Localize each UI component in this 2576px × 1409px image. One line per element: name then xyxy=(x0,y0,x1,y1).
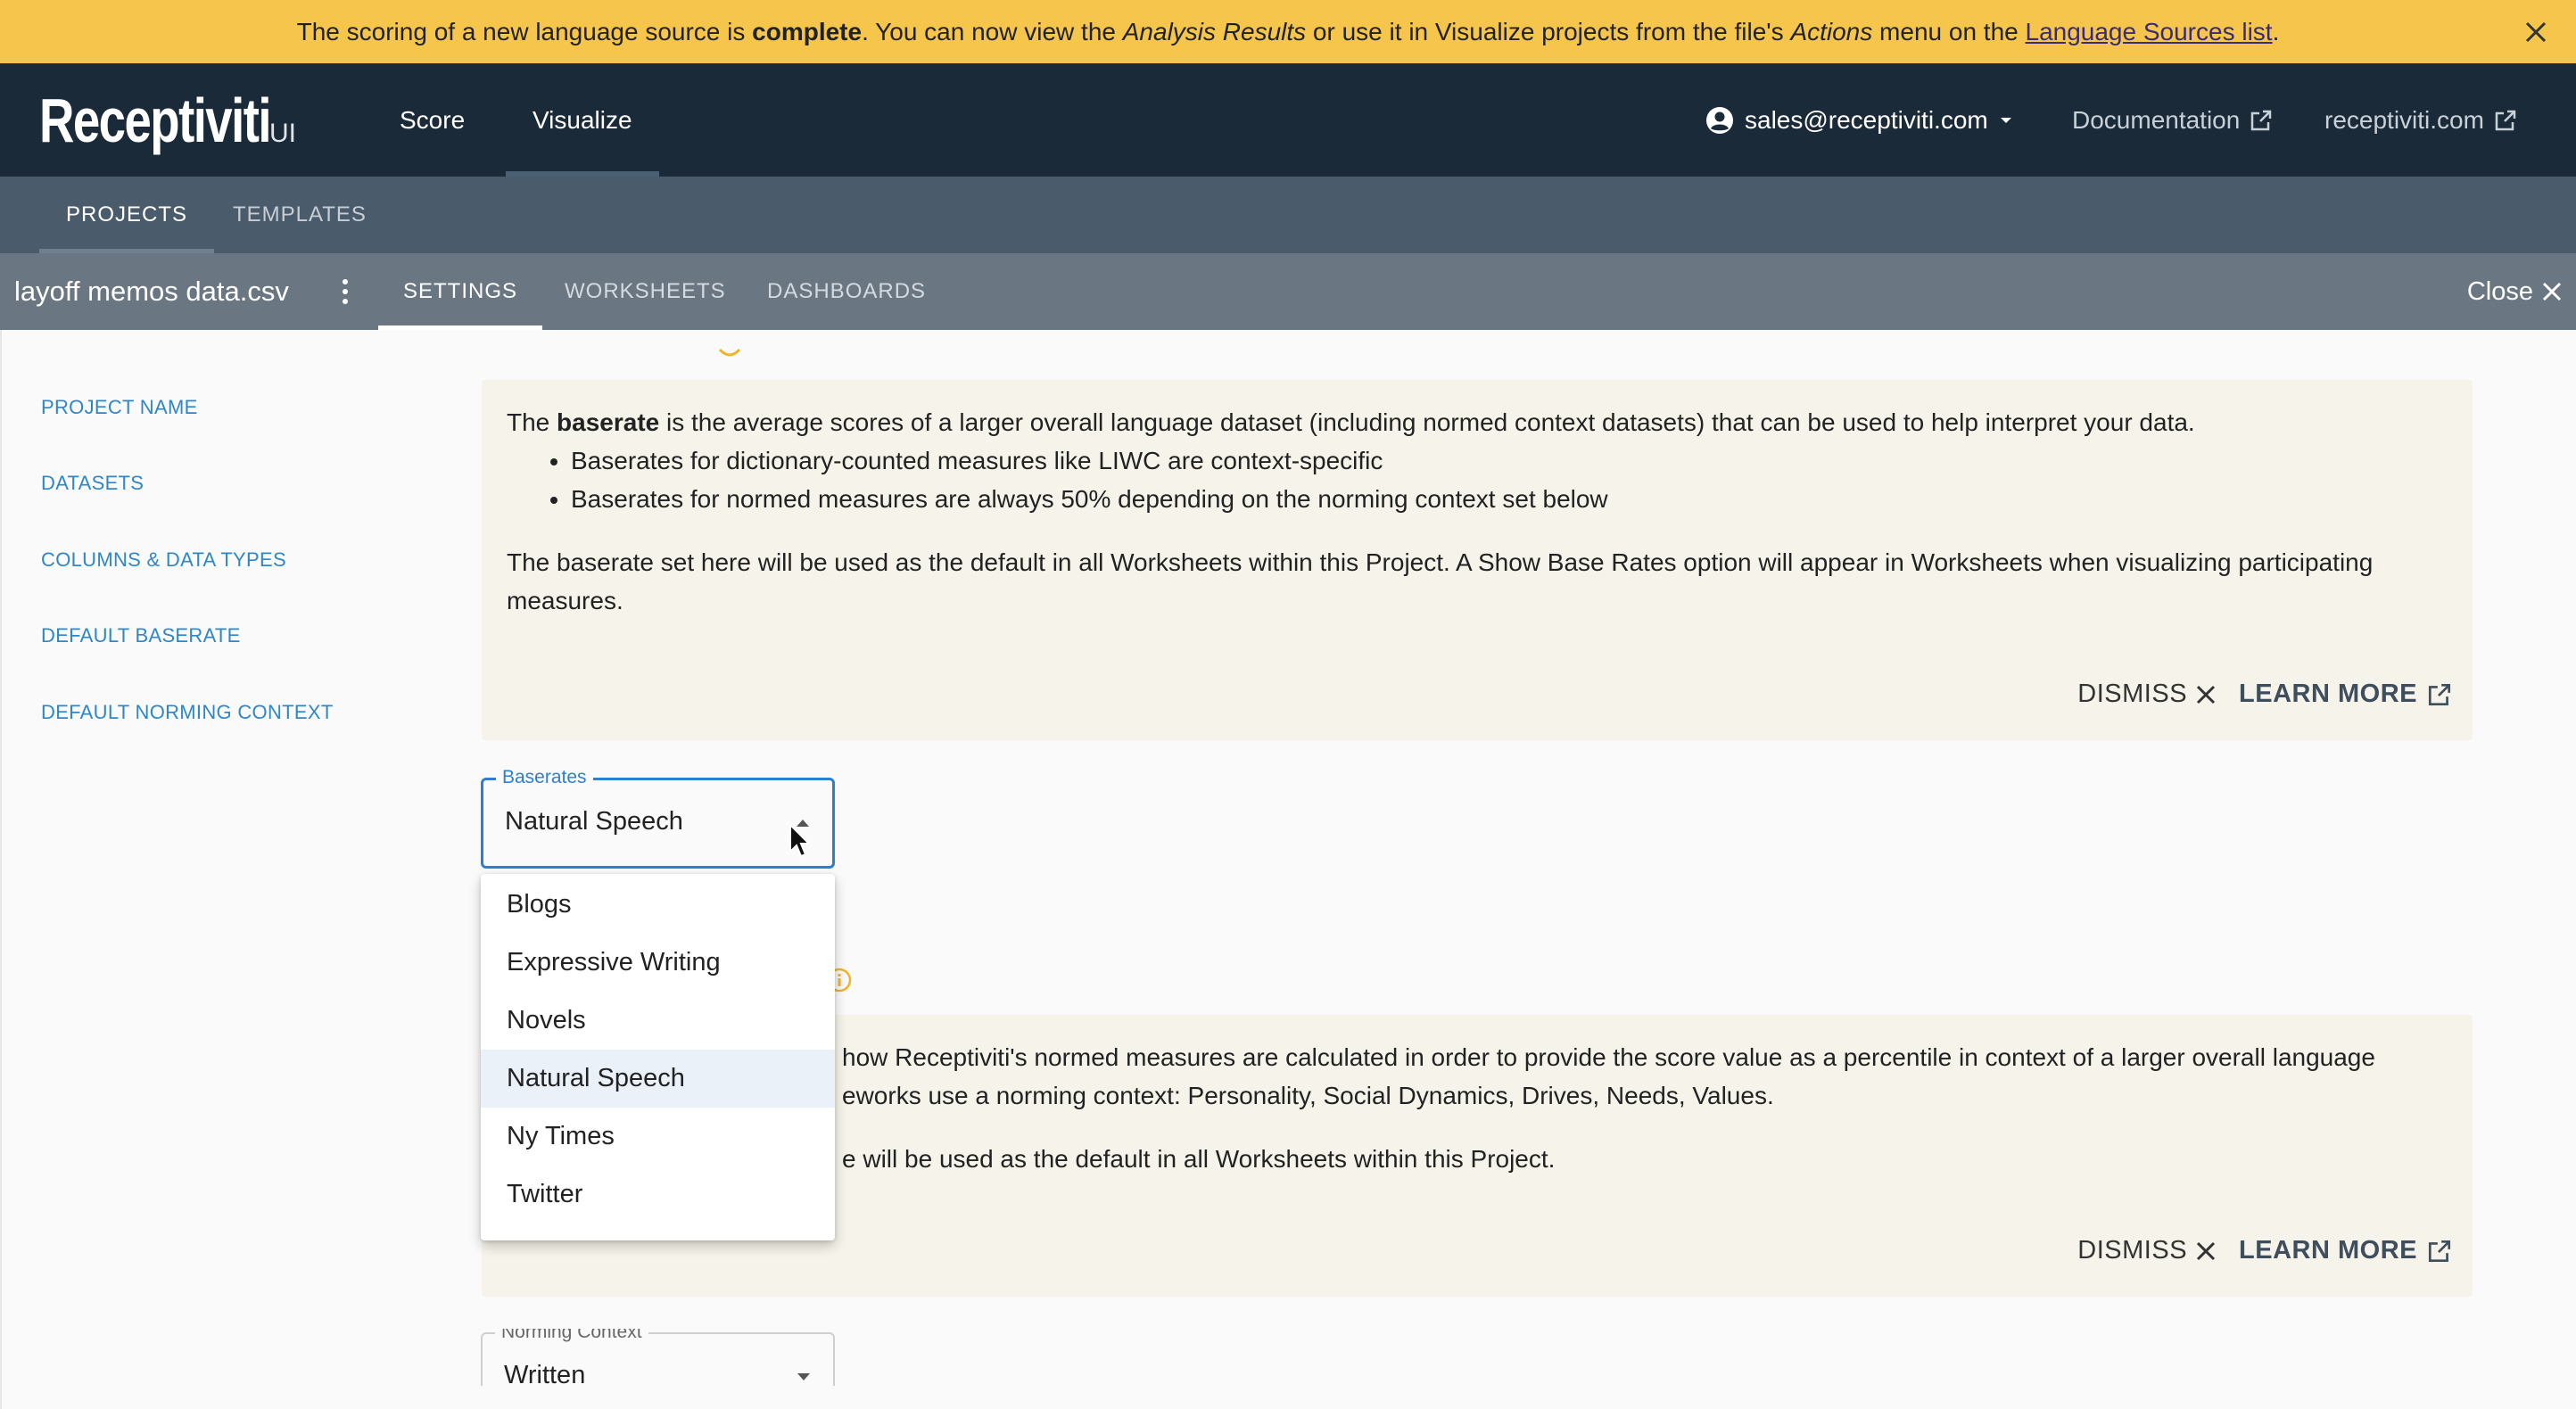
norming-select-clip: Norming Context Written xyxy=(0,1329,2576,1386)
external-link-icon xyxy=(2428,683,2451,705)
nav-tab-score[interactable]: Score xyxy=(373,63,491,177)
nav-tab-visualize[interactable]: Visualize xyxy=(506,63,659,177)
external-link-icon xyxy=(2495,110,2516,130)
dismiss-button[interactable]: DISMISS xyxy=(2077,1236,2216,1265)
menu-option-expressive-writing[interactable]: Expressive Writing xyxy=(481,934,835,992)
tab-worksheets[interactable]: WORKSHEETS xyxy=(540,253,751,330)
menu-option-blogs[interactable]: Blogs xyxy=(481,876,835,934)
sidebar-item-default-baserate[interactable]: DEFAULT BASERATE xyxy=(41,624,241,647)
close-label: Close xyxy=(2466,276,2533,306)
norming-line-2: eworks use a norming context: Personalit… xyxy=(842,1082,1774,1109)
menu-option-natural-speech[interactable]: Natural Speech xyxy=(481,1050,835,1108)
site-label: receptiviti.com xyxy=(2324,105,2484,134)
norming-context-select[interactable]: Norming Context Written xyxy=(481,1329,835,1386)
brand-name: Receptiviti xyxy=(39,86,272,155)
notification-banner: The scoring of a new language source is … xyxy=(0,0,2576,63)
banner-close-button[interactable] xyxy=(2515,12,2556,53)
account-email: sales@receptiviti.com xyxy=(1745,105,1988,134)
brand-suffix: UI xyxy=(269,119,296,148)
settings-sidebar: PROJECT NAME DATASETS COLUMNS & DATA TYP… xyxy=(0,330,428,1409)
arrow-down-icon xyxy=(797,1373,810,1380)
sub-navigation: PROJECTS TEMPLATES xyxy=(0,177,2576,253)
sidebar-item-columns[interactable]: COLUMNS & DATA TYPES xyxy=(41,548,286,572)
learn-more-button[interactable]: LEARN MORE xyxy=(2239,1236,2453,1265)
tab-projects[interactable]: PROJECTS xyxy=(39,177,215,253)
language-sources-link[interactable]: Language Sources list xyxy=(2026,18,2273,45)
tab-templates[interactable]: TEMPLATES xyxy=(206,177,393,253)
tab-dashboards[interactable]: DASHBOARDS xyxy=(742,253,951,330)
external-link-icon xyxy=(2428,1240,2451,1262)
norming-line-3: e will be used as the default in all Wor… xyxy=(842,1145,1556,1173)
baserates-label: Baserates xyxy=(496,767,593,788)
learn-more-button[interactable]: LEARN MORE xyxy=(2239,680,2453,709)
caret-down-icon xyxy=(2000,117,2011,123)
baserate-bullets: Baserates for dictionary-counted measure… xyxy=(571,441,2448,518)
sidebar-item-datasets[interactable]: DATASETS xyxy=(41,472,144,495)
documentation-link[interactable]: Documentation xyxy=(2072,63,2274,177)
menu-option-twitter[interactable]: Twitter xyxy=(481,1166,835,1224)
menu-option-novels[interactable]: Novels xyxy=(481,992,835,1050)
sidebar-item-project-name[interactable]: PROJECT NAME xyxy=(41,396,198,419)
project-menu-button[interactable] xyxy=(332,272,359,311)
close-project-button[interactable]: Close xyxy=(2467,253,2562,330)
baserate-paragraph: The baserate set here will be used as th… xyxy=(507,548,2374,614)
list-item: Baserates for dictionary-counted measure… xyxy=(571,441,2448,480)
x-icon xyxy=(2542,282,2562,301)
documentation-label: Documentation xyxy=(2072,105,2241,134)
list-item: Baserates for normed measures are always… xyxy=(571,480,2448,518)
banner-message: The scoring of a new language source is … xyxy=(296,17,2280,45)
baserates-select[interactable]: Baserates Natural Speech xyxy=(481,767,835,869)
norming-context-value: Written xyxy=(504,1361,586,1386)
norming-context-label: Norming Context xyxy=(495,1329,648,1343)
norming-line-1: how Receptiviti's normed measures are ca… xyxy=(842,1043,2375,1071)
baserates-value: Natural Speech xyxy=(505,807,683,836)
tab-settings[interactable]: SETTINGS xyxy=(378,253,543,330)
baserate-info-box: The baserate is the average scores of a … xyxy=(482,380,2473,740)
menu-option-ny-times[interactable]: Ny Times xyxy=(481,1108,835,1166)
sidebar-item-default-norming-context[interactable]: DEFAULT NORMING CONTEXT xyxy=(41,701,334,724)
project-name: layoff memos data.csv xyxy=(14,276,289,307)
external-link-icon xyxy=(2251,110,2272,130)
baserate-info-actions: DISMISS LEARN MORE xyxy=(2077,680,2453,709)
x-icon xyxy=(2196,685,2216,704)
baserates-dropdown-menu: Blogs Expressive Writing Novels Natural … xyxy=(481,874,835,1240)
loading-indicator-icon xyxy=(718,348,741,357)
kebab-icon xyxy=(343,279,348,284)
project-bar: layoff memos data.csv SETTINGS WORKSHEET… xyxy=(0,253,2576,330)
norming-info-actions: DISMISS LEARN MORE xyxy=(2077,1236,2453,1265)
x-icon xyxy=(2196,1241,2216,1260)
receptiviti-site-link[interactable]: receptiviti.com xyxy=(2324,63,2518,177)
close-icon xyxy=(2525,21,2547,43)
cursor-icon xyxy=(789,823,812,858)
account-icon xyxy=(1706,106,1733,134)
app-logo[interactable]: Receptiviti UI xyxy=(39,85,296,156)
dismiss-button[interactable]: DISMISS xyxy=(2077,680,2216,709)
baserate-intro: The baserate is the average scores of a … xyxy=(507,408,2195,436)
top-navigation: Receptiviti UI Score Visualize sales@rec… xyxy=(0,63,2576,177)
account-menu[interactable]: sales@receptiviti.com xyxy=(1705,63,2013,177)
